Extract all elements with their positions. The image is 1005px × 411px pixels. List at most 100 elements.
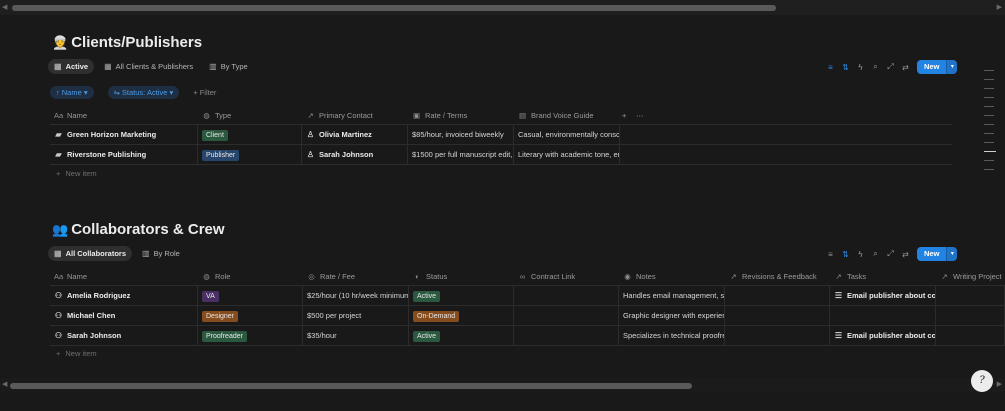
- scroll-right-icon[interactable]: ▶: [997, 3, 1002, 11]
- row-status[interactable]: On-Demand: [409, 306, 514, 326]
- top-horizontal-scrollbar[interactable]: ◀ ▶: [0, 0, 1005, 15]
- new-button[interactable]: New ▾: [917, 247, 958, 261]
- row-brand-voice[interactable]: Casual, environmentally conscious: [514, 125, 620, 145]
- tab-all-clients-publishers[interactable]: ▦ All Clients & Publishers: [98, 59, 199, 74]
- row-type[interactable]: Client: [198, 125, 302, 145]
- column-header-brand-voice-guide[interactable]: ▤ Brand Voice Guide: [514, 106, 620, 126]
- add-filter-button[interactable]: + Filter: [193, 88, 216, 97]
- row-rate-terms[interactable]: $85/hour, invoiced biweekly: [408, 125, 514, 145]
- tab-active[interactable]: ▦ Active: [48, 59, 95, 74]
- settings-sliders-icon[interactable]: ⇄: [898, 250, 913, 259]
- column-header-rate-terms[interactable]: ▣ Rate / Terms: [408, 106, 514, 126]
- automation-icon[interactable]: ϟ: [853, 250, 868, 259]
- scroll-left-icon[interactable]: ◀: [2, 3, 7, 11]
- column-header-name[interactable]: Aa Name: [50, 106, 198, 126]
- search-icon[interactable]: ⌕: [868, 249, 883, 259]
- status-icon: ⇋: [113, 88, 120, 97]
- row-rate-fee[interactable]: $35/hour: [303, 326, 409, 346]
- row-rate-fee[interactable]: $25/hour (10 hr/week minimum): [303, 286, 409, 306]
- new-button[interactable]: New ▾: [917, 60, 958, 74]
- chevron-down-icon[interactable]: ▾: [946, 60, 958, 74]
- row-notes[interactable]: Handles email management, scheduling: [619, 286, 725, 306]
- row-writing-project[interactable]: [936, 326, 1005, 346]
- chevron-down-icon[interactable]: ▾: [946, 247, 958, 261]
- row-role[interactable]: Proofreader: [198, 326, 303, 346]
- expand-icon[interactable]: ⤢: [883, 249, 898, 259]
- sort-icon[interactable]: ⇅: [838, 63, 853, 72]
- column-header-role[interactable]: ◍ Role: [198, 267, 303, 287]
- column-header-contract-link[interactable]: ∞ Contract Link: [514, 267, 619, 287]
- tab-by-type[interactable]: ▥ By Type: [203, 59, 254, 74]
- column-header-rate-fee[interactable]: ◎ Rate / Fee: [303, 267, 409, 287]
- clients-new-item-button[interactable]: + New item: [56, 169, 97, 178]
- row-brand-voice[interactable]: Literary with academic tone, em: [514, 145, 620, 165]
- row-notes[interactable]: Specializes in technical proofreading: [619, 326, 725, 346]
- row-tasks[interactable]: ☰Email publisher about cover: [830, 286, 936, 306]
- expand-icon[interactable]: ⤢: [883, 62, 898, 72]
- page-outline-minimap[interactable]: [984, 70, 996, 178]
- row-writing-project[interactable]: [936, 286, 1005, 306]
- table-row[interactable]: ⚇ Michael Chen Designer $500 per project …: [50, 306, 1005, 326]
- row-name[interactable]: ▰ Riverstone Publishing: [50, 145, 198, 165]
- row-type[interactable]: Publisher: [198, 145, 302, 165]
- scroll-left-icon[interactable]: ◀: [2, 380, 7, 388]
- row-name[interactable]: ⚇ Michael Chen: [50, 306, 198, 326]
- bottom-horizontal-scrollbar[interactable]: ◀ ▶: [0, 378, 1005, 392]
- crew-section-title: 👥 Collaborators & Crew: [52, 221, 225, 238]
- row-primary-contact[interactable]: ♙ Sarah Johnson: [302, 145, 408, 165]
- row-status[interactable]: Active: [409, 326, 514, 346]
- settings-sliders-icon[interactable]: ⇄: [898, 63, 913, 72]
- sort-chip[interactable]: ↑ Name ▾: [50, 86, 94, 99]
- row-contract-link[interactable]: [514, 306, 619, 326]
- row-name[interactable]: ⚇ Sarah Johnson: [50, 326, 198, 346]
- row-revisions[interactable]: [725, 306, 830, 326]
- column-header-tasks[interactable]: ↗ Tasks: [830, 267, 936, 287]
- more-options-icon[interactable]: ⋯: [634, 106, 652, 126]
- row-tasks[interactable]: ☰Email publisher about cover: [830, 326, 936, 346]
- row-revisions[interactable]: [725, 286, 830, 306]
- table-row[interactable]: ▰ Riverstone Publishing Publisher ♙ Sarah …: [50, 145, 952, 165]
- row-writing-project[interactable]: [936, 306, 1005, 326]
- scroll-right-icon[interactable]: ▶: [997, 380, 1002, 388]
- tab-all-collaborators[interactable]: ▦ All Collaborators: [48, 246, 132, 261]
- table-row[interactable]: ▰ Green Horizon Marketing Client ♙ Olivia …: [50, 125, 952, 145]
- column-header-type[interactable]: ◍ Type: [198, 106, 302, 126]
- clients-section-title: 👳 Clients/Publishers: [52, 34, 202, 51]
- row-revisions[interactable]: [725, 326, 830, 346]
- row-name[interactable]: ⚇ Amelia Rodriguez: [50, 286, 198, 306]
- tab-by-role[interactable]: ▥ By Role: [136, 246, 186, 261]
- people-icon: ⚇: [54, 291, 63, 300]
- table-row[interactable]: ⚇ Sarah Johnson Proofreader $35/hour Acti…: [50, 326, 1005, 346]
- filter-icon[interactable]: ≡: [823, 250, 838, 259]
- column-header-writing-project[interactable]: ↗ Writing Project: [936, 267, 1005, 287]
- row-contract-link[interactable]: [514, 326, 619, 346]
- row-contract-link[interactable]: [514, 286, 619, 306]
- row-name[interactable]: ▰ Green Horizon Marketing: [50, 125, 198, 145]
- column-header-status[interactable]: ◐ Status: [409, 267, 514, 287]
- sort-icon[interactable]: ⇅: [838, 250, 853, 259]
- filter-icon[interactable]: ≡: [823, 63, 838, 72]
- clients-title-text: Clients/Publishers: [71, 34, 203, 51]
- row-role[interactable]: Designer: [198, 306, 303, 326]
- help-button[interactable]: ?: [971, 370, 993, 392]
- column-header-notes[interactable]: ◉ Notes: [619, 267, 725, 287]
- row-status[interactable]: Active: [409, 286, 514, 306]
- status-filter-chip[interactable]: ⇋ Status: Active ▾: [107, 86, 180, 99]
- column-header-name[interactable]: Aa Name: [50, 267, 198, 287]
- scrollbar-thumb[interactable]: [10, 383, 692, 389]
- crew-new-item-button[interactable]: + New item: [56, 349, 97, 358]
- row-role[interactable]: VA: [198, 286, 303, 306]
- column-header-revisions-feedback[interactable]: ↗ Revisions & Feedback: [725, 267, 830, 287]
- column-header-primary-contact[interactable]: ↗ Primary Contact: [302, 106, 408, 126]
- row-primary-contact[interactable]: ♙ Olivia Martinez: [302, 125, 408, 145]
- automation-icon[interactable]: ϟ: [853, 63, 868, 72]
- add-column-plus-icon[interactable]: +: [620, 106, 634, 126]
- row-rate-fee[interactable]: $500 per project: [303, 306, 409, 326]
- search-icon[interactable]: ⌕: [868, 62, 883, 72]
- text-property-icon: Aa: [54, 111, 64, 120]
- row-tasks[interactable]: [830, 306, 936, 326]
- table-row[interactable]: ⚇ Amelia Rodriguez VA $25/hour (10 hr/wee…: [50, 286, 1005, 306]
- row-rate-terms[interactable]: $1500 per full manuscript edit, 50% upfr…: [408, 145, 514, 165]
- row-notes[interactable]: Graphic designer with experience: [619, 306, 725, 326]
- scrollbar-thumb[interactable]: [12, 5, 776, 11]
